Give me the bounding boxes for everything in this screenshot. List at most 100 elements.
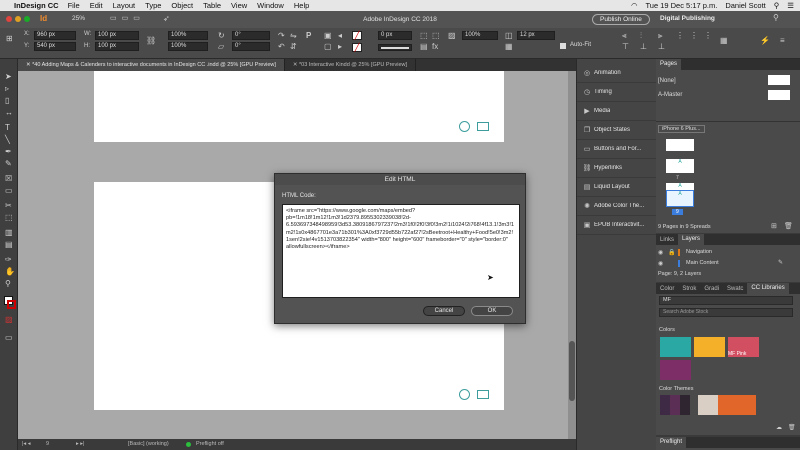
rotate-cw-icon[interactable]: ↷ <box>278 31 285 40</box>
page-tool-icon[interactable]: ▯ <box>5 96 9 105</box>
free-transform-tool-icon[interactable]: ⬚ <box>5 213 13 222</box>
next-object-icon[interactable]: ▸ <box>338 42 342 51</box>
previous-object-icon[interactable]: ◂ <box>338 31 342 40</box>
tab-pages[interactable]: Pages <box>656 59 682 70</box>
line-tool-icon[interactable]: ╲ <box>5 135 10 144</box>
pen-tool-icon[interactable]: ✒ <box>5 147 12 156</box>
eye-icon[interactable]: ◉ <box>658 249 663 256</box>
panel-liquid-layout[interactable]: ▤ Liquid Layout <box>577 178 657 197</box>
a-master-thumbnail[interactable] <box>768 90 790 100</box>
panel-hyperlinks[interactable]: ⛓ Hyperlinks <box>577 159 657 178</box>
search-icon[interactable]: ⚲ <box>774 1 780 10</box>
type-tool-icon[interactable]: T <box>5 123 10 132</box>
stroke-type-select[interactable] <box>378 44 412 51</box>
tab-maps-calendars-document[interactable]: ✕ *40 Adding Maps & Calenders to interac… <box>18 59 285 71</box>
colors-section-title[interactable]: Colors <box>659 327 675 333</box>
new-page-icon[interactable]: ⊞ <box>771 222 777 230</box>
rectangle-tool-icon[interactable]: ▭ <box>5 186 13 195</box>
color-swatch-purple[interactable] <box>660 360 691 380</box>
color-themes-section-title[interactable]: Color Themes <box>659 386 693 392</box>
page-size-select[interactable]: iPhone 6 Plus... <box>658 125 705 133</box>
align-top-icon[interactable]: ⊤ <box>622 42 629 51</box>
vertical-scrollbar[interactable] <box>568 71 576 439</box>
wifi-icon[interactable]: ◠ <box>631 1 638 10</box>
align-bottom-icon[interactable]: ⊥ <box>658 42 665 51</box>
menu-layout[interactable]: Layout <box>113 1 136 10</box>
lock-icon[interactable]: 🔒 <box>668 249 675 256</box>
select-container-icon[interactable]: ▣ <box>324 31 332 40</box>
flip-horizontal-icon[interactable]: ⇋ <box>290 31 297 40</box>
workspace-switcher[interactable]: Digital Publishing <box>660 15 715 22</box>
publish-online-button[interactable]: Publish Online <box>592 14 650 25</box>
stroke-align-icon[interactable]: ⬚ <box>432 31 440 40</box>
effects-icon[interactable]: fx <box>432 42 438 51</box>
scale-y-field[interactable]: 100% <box>168 42 208 51</box>
hand-tool-icon[interactable]: ✋ <box>5 267 15 276</box>
document-page-upper[interactable] <box>94 71 504 142</box>
panel-buttons-forms[interactable]: ▭ Buttons and For... <box>577 140 657 159</box>
page-thumbnail-9-selected[interactable]: A <box>666 190 694 207</box>
menu-app-name[interactable]: InDesign CC <box>14 1 59 10</box>
rotate-field[interactable]: 0° <box>232 31 270 40</box>
eye-icon[interactable]: ◉ <box>658 260 663 267</box>
theme-color-2[interactable] <box>670 395 680 415</box>
menu-window[interactable]: Window <box>257 1 284 10</box>
clock[interactable]: Tue 19 Dec 5:17 p.m. <box>645 1 717 10</box>
flip-vertical-icon[interactable]: ⇵ <box>290 42 297 51</box>
layer-navigation[interactable]: Navigation <box>686 249 712 255</box>
menu-help[interactable]: Help <box>294 1 309 10</box>
selection-tool-icon[interactable]: ➤ <box>5 72 12 81</box>
direct-selection-tool-icon[interactable]: ▹ <box>5 84 9 93</box>
tab-cc-libraries[interactable]: CC Libraries <box>747 283 789 294</box>
globe-icon[interactable] <box>459 389 470 400</box>
zoom-tool-icon[interactable]: ⚲ <box>5 279 11 288</box>
tab-swatches[interactable]: Swatc <box>723 286 747 292</box>
panel-adobe-color-themes[interactable]: ✺ Adobe Color The... <box>577 197 657 216</box>
page-thumbnail-6[interactable] <box>666 139 694 151</box>
apply-none-icon[interactable]: ▨ <box>5 315 13 324</box>
theme-color-5[interactable] <box>718 395 756 415</box>
x-field[interactable]: 960 px <box>34 31 76 40</box>
search-help-icon[interactable]: ⚲ <box>773 13 779 22</box>
none-master[interactable]: [None] <box>658 78 676 84</box>
menu-type[interactable]: Type <box>145 1 161 10</box>
align-left-icon[interactable]: ⫷ <box>622 31 627 40</box>
delete-page-icon[interactable]: 🗑 <box>784 222 793 230</box>
tab-color[interactable]: Color <box>656 286 678 292</box>
constrain-proportions-icon[interactable]: ⛓ <box>146 36 156 45</box>
next-page-icon[interactable]: ▸ ▸| <box>76 439 84 450</box>
envelope-icon[interactable] <box>477 390 489 399</box>
screen-mode-icon[interactable]: ▭ <box>5 333 13 342</box>
pencil-tool-icon[interactable]: ✎ <box>5 159 12 168</box>
width-field[interactable]: 100 px <box>95 31 139 40</box>
fitting-icon[interactable]: ▦ <box>505 42 513 51</box>
panel-object-states[interactable]: ❐ Object States <box>577 121 657 140</box>
page-thumbnail-7[interactable]: A <box>666 159 694 173</box>
size-field[interactable]: 12 px <box>517 31 555 40</box>
align-middle-icon[interactable]: ⊥ <box>640 42 647 51</box>
scale-x-field[interactable]: 100% <box>168 31 208 40</box>
tab-interactive-kindd[interactable]: ✕ *03 Interactive Kindd @ 25% [GPU Previ… <box>285 59 417 71</box>
preflight-status[interactable]: Preflight off <box>196 439 224 450</box>
color-swatch-yellow[interactable] <box>694 337 725 357</box>
menu-file[interactable]: File <box>68 1 80 10</box>
layer-main-content[interactable]: Main Content <box>686 260 719 266</box>
tab-gradient[interactable]: Gradi <box>700 286 723 292</box>
select-content-icon[interactable]: ▢ <box>324 42 332 51</box>
stroke-color-swatch[interactable] <box>7 300 16 309</box>
envelope-icon[interactable] <box>477 122 489 131</box>
stock-search-input[interactable]: Search Adobe Stock <box>659 308 793 317</box>
menu-edit[interactable]: Edit <box>90 1 103 10</box>
tab-links[interactable]: Links <box>656 237 678 243</box>
color-swatch-teal[interactable] <box>660 337 691 357</box>
scissors-tool-icon[interactable]: ✂ <box>5 201 12 210</box>
auto-fit-checkbox[interactable] <box>560 43 566 49</box>
reference-point-icon[interactable]: ⊞ <box>6 34 13 43</box>
cloud-sync-icon[interactable]: ☁ <box>776 424 782 431</box>
tab-stroke[interactable]: Strok <box>678 286 700 292</box>
rectangle-frame-tool-icon[interactable]: ☒ <box>5 174 12 183</box>
stroke-weight-field[interactable]: 0 px <box>378 31 412 40</box>
rotate-ccw-icon[interactable]: ↶ <box>278 42 285 51</box>
panel-epub-interactivity[interactable]: ▣ EPUB Interactivit... <box>577 216 657 235</box>
panel-timing[interactable]: ◷ Timing <box>577 83 657 102</box>
